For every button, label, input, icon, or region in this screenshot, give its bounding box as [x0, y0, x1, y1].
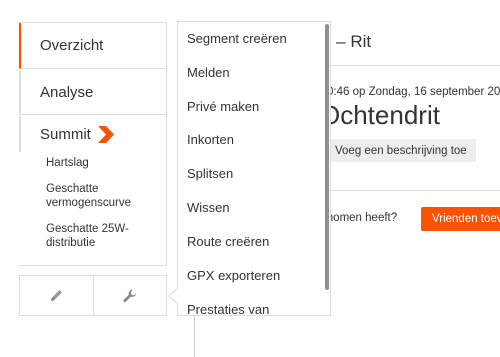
summit-chevron-icon: [97, 125, 115, 143]
wrench-icon: [123, 289, 136, 302]
sidebar-item-summit[interactable]: Summit: [19, 116, 166, 152]
dropdown-scrollbar[interactable]: [325, 24, 329, 313]
menu-item-prive-maken[interactable]: Privé maken: [187, 99, 259, 115]
dropdown-scrollbar-thumb[interactable]: [325, 24, 329, 290]
activity-name: Ochtendrit: [320, 100, 440, 130]
menu-item-inkorten[interactable]: Inkorten: [187, 132, 234, 148]
sidebar-item-label: Overzicht: [40, 37, 104, 54]
activity-sidebar: Overzicht Analyse Summit Hartslag Gescha…: [19, 22, 167, 266]
sidebar-item-overzicht[interactable]: Overzicht: [19, 23, 166, 69]
dropdown-caret: [168, 288, 179, 304]
menu-item-segment-creeren[interactable]: Segment creëren: [187, 31, 287, 47]
menu-item-prestaties-van[interactable]: Prestaties van: [187, 302, 269, 315]
menu-item-wissen[interactable]: Wissen: [187, 200, 230, 216]
menu-item-melden[interactable]: Melden: [187, 65, 230, 81]
sidebar-subitem-distributie[interactable]: Geschatte 25W-distributie: [46, 222, 164, 250]
activity-date: 0:46 op Zondag, 16 september 20: [327, 86, 500, 98]
summit-sub-list: Hartslag Geschatte vermogenscurve Gescha…: [46, 156, 164, 262]
edit-button[interactable]: [20, 276, 93, 315]
sidebar-item-label: Summit: [40, 125, 91, 143]
activity-tools: [19, 275, 167, 316]
sidebar-subitem-hartslag[interactable]: Hartslag: [46, 156, 164, 170]
invite-friends-button[interactable]: Vrienden toev: [421, 207, 500, 231]
pencil-icon: [51, 289, 63, 301]
actions-dropdown: Segment creëren Melden Privé maken Inkor…: [177, 21, 331, 316]
menu-item-splitsen[interactable]: Splitsen: [187, 166, 233, 182]
sidebar-subitem-vermogenscurve[interactable]: Geschatte vermogenscurve: [46, 182, 164, 210]
actions-button[interactable]: [92, 276, 167, 315]
sidebar-item-analyse[interactable]: Analyse: [19, 70, 166, 115]
menu-item-route-creeren[interactable]: Route creëren: [187, 234, 269, 250]
sidebar-item-label: Analyse: [40, 83, 94, 101]
connector-line: [194, 316, 195, 357]
menu-item-gpx-exporteren[interactable]: GPX exporteren: [187, 268, 280, 284]
add-description-button[interactable]: Voeg een beschrijving toe: [330, 139, 476, 162]
